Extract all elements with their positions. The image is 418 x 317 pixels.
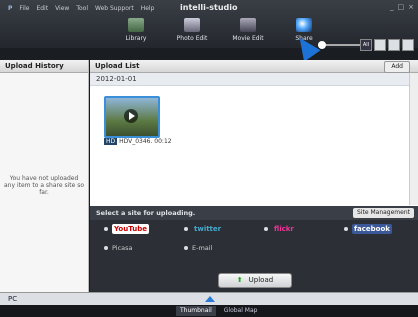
radio-icon[interactable] [344,227,348,231]
play-icon[interactable] [124,109,138,123]
filename: HDV_0346. [119,138,153,145]
view-video-button[interactable] [388,39,400,51]
collapse-arrow-icon[interactable] [205,296,215,302]
menu-tool[interactable]: Tool [76,5,88,12]
tab-library-label: Library [125,35,147,42]
upload-button[interactable]: ⬆ Upload [218,273,292,288]
device-bar: PC [0,292,418,305]
youtube-logo: YouTube [112,224,149,234]
scrollbar[interactable] [409,73,418,205]
radio-icon[interactable] [104,227,108,231]
menu-edit[interactable]: Edit [36,5,48,12]
share-prompt-text: Select a site for uploading. [96,209,196,217]
upload-history-title: Upload History [0,60,88,73]
view-buttons: All [360,39,414,51]
email-label: E-mail [192,244,213,252]
upload-history-panel: Upload History You have not uploaded any… [0,60,89,292]
movie-edit-icon [240,18,256,32]
facebook-logo: facebook [352,224,392,234]
picasa-label: Picasa [112,244,133,252]
share-prompt: Select a site for uploading. Site Manage… [90,206,418,220]
tab-photo-edit[interactable]: Photo Edit [164,16,220,46]
tab-movie-edit-label: Movie Edit [232,35,264,42]
radio-icon[interactable] [104,246,108,250]
site-picasa[interactable]: Picasa [104,244,133,252]
radio-icon[interactable] [184,227,188,231]
upload-list-title: Upload List [90,60,418,73]
duration: 00:12 [154,138,172,145]
minimize-icon[interactable]: _ [390,3,394,11]
site-management-button[interactable]: Site Management [353,208,414,218]
globe-icon [296,18,312,32]
date-label: 2012-01-01 [96,75,137,83]
upload-list-panel: Upload List Add 2012-01-01 HD HDV_0346. … [90,60,418,292]
zoom-slider[interactable] [318,41,362,49]
menu-web-support[interactable]: Web Support [95,5,134,12]
twitter-logo: twitter [194,225,222,233]
upload-arrow-icon: ⬆ [236,276,243,284]
site-twitter[interactable]: twitter [184,224,223,234]
share-site-panel: Select a site for uploading. Site Manage… [90,206,418,292]
app-title: intelli-studio [180,3,238,12]
tab-movie-edit[interactable]: Movie Edit [220,16,276,46]
pc-label[interactable]: PC [8,295,17,303]
library-icon [128,18,144,32]
tab-photo-edit-label: Photo Edit [176,35,208,42]
upload-label: Upload [248,276,274,284]
site-facebook[interactable]: facebook [344,224,392,234]
hd-badge: HD [104,138,118,145]
window-controls: _ □ × [390,3,414,11]
maximize-icon[interactable]: □ [398,3,405,11]
site-youtube[interactable]: YouTube [104,224,149,234]
site-flickr[interactable]: flickr [264,224,296,234]
add-button[interactable]: Add [384,61,410,73]
date-group-header[interactable]: 2012-01-01 [90,73,414,86]
menu-view[interactable]: View [55,5,69,12]
menu-file[interactable]: File [19,5,29,12]
footer-bar: Thumbnail Global Map [0,305,418,317]
title-bar: P File Edit View Tool Web Support Help i… [0,0,418,62]
view-music-button[interactable] [402,39,414,51]
photo-edit-icon [184,18,200,32]
site-email[interactable]: E-mail [184,244,212,252]
thumbnail-caption: HD HDV_0346. 00:12 [104,138,172,145]
tab-thumbnail[interactable]: Thumbnail [176,306,216,316]
view-all-button[interactable]: All [360,39,372,51]
zoom-slider-handle[interactable] [318,41,326,49]
footer-tabs: Thumbnail Global Map [176,306,261,316]
radio-icon[interactable] [184,246,188,250]
app-logo-icon: P [8,5,13,12]
video-thumbnail[interactable] [104,96,160,138]
close-icon[interactable]: × [408,3,414,11]
upload-history-empty-message: You have not uploaded any item to a shar… [4,175,84,196]
view-photo-button[interactable] [374,39,386,51]
menu-help[interactable]: Help [141,5,155,12]
tab-library[interactable]: Library [108,16,164,46]
menu-bar: P File Edit View Tool Web Support Help [8,5,154,12]
radio-icon[interactable] [264,227,268,231]
flickr-logo: flickr [274,225,294,233]
tab-global-map[interactable]: Global Map [220,306,262,316]
